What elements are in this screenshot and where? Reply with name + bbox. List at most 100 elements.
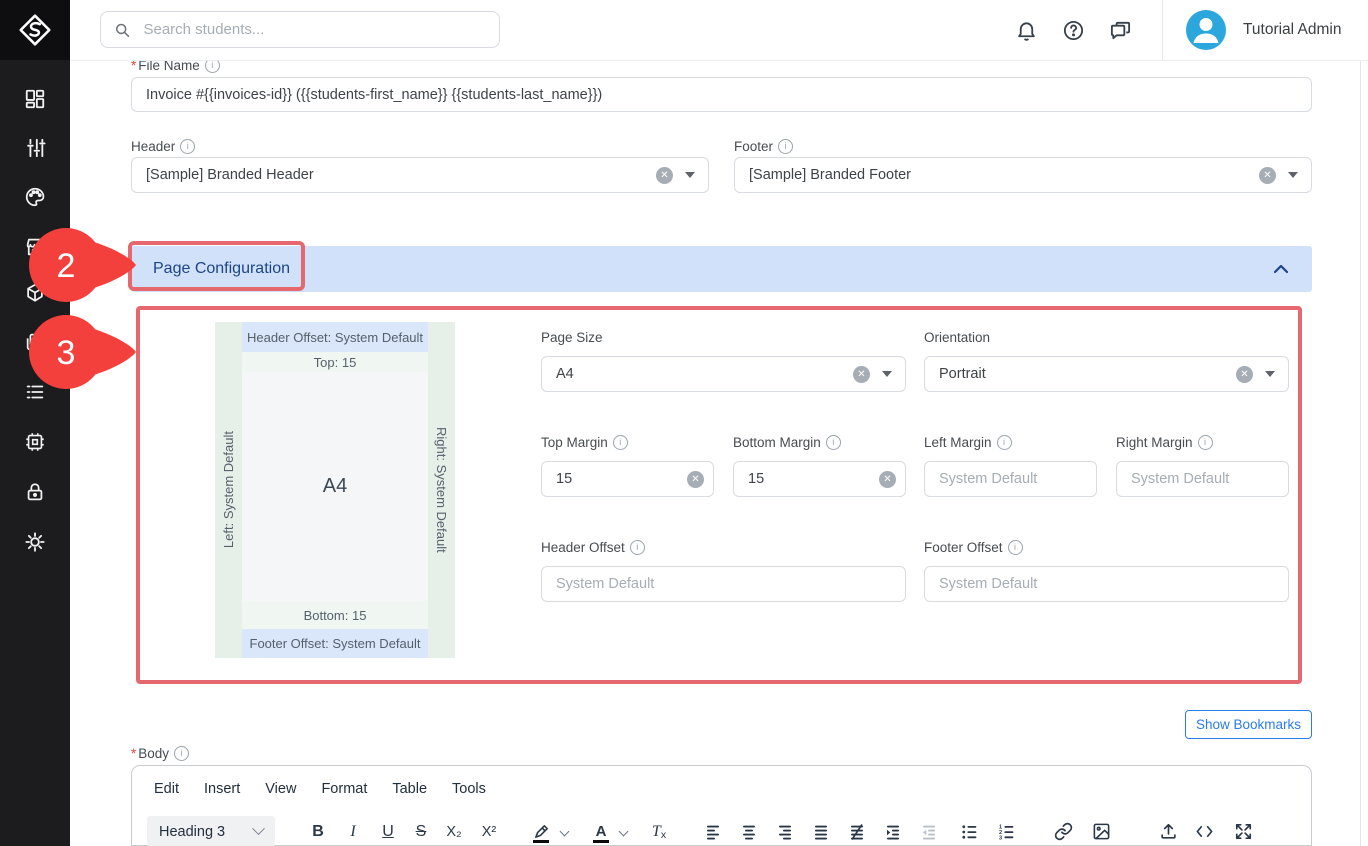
help-icon [1062, 19, 1085, 42]
preview-right-margin: Right: System Default [428, 322, 455, 658]
page-size-value[interactable] [542, 366, 853, 382]
app-logo-icon[interactable] [0, 0, 70, 60]
info-icon[interactable] [778, 139, 793, 154]
text-color-caret[interactable] [617, 816, 631, 846]
sidebar-item-lists[interactable] [0, 370, 70, 414]
outdent-button[interactable] [915, 816, 943, 846]
header-select-value[interactable] [132, 167, 656, 183]
messages-button[interactable] [1105, 15, 1135, 45]
strikethrough-button[interactable]: S [407, 816, 435, 846]
chevron-up-icon[interactable] [1272, 261, 1290, 277]
avatar[interactable] [1186, 10, 1226, 50]
underline-button[interactable]: U [374, 816, 402, 846]
menu-view[interactable]: View [265, 781, 296, 797]
sidebar-item-store[interactable] [0, 225, 70, 269]
sidebar-item-security[interactable] [0, 470, 70, 514]
menu-table[interactable]: Table [392, 781, 427, 797]
info-icon[interactable] [826, 435, 841, 450]
user-name: Tutorial Admin [1243, 21, 1342, 39]
footer-select-value[interactable] [735, 167, 1259, 183]
right-margin-input[interactable] [1116, 461, 1289, 497]
footer-select[interactable] [734, 157, 1312, 193]
header-offset-input[interactable] [541, 566, 906, 602]
clear-icon[interactable] [1259, 167, 1276, 184]
info-icon[interactable] [1008, 540, 1023, 555]
person-icon [1186, 10, 1226, 50]
help-button[interactable] [1058, 15, 1088, 45]
source-code-button[interactable] [1190, 816, 1218, 846]
align-justify-button[interactable] [807, 816, 835, 846]
subscript-button[interactable]: X₂ [440, 816, 468, 846]
scrollbar-track[interactable] [1360, 60, 1361, 846]
info-icon[interactable] [174, 746, 189, 761]
header-select[interactable] [131, 157, 709, 193]
align-left-button[interactable] [699, 816, 727, 846]
upload-button[interactable] [1154, 816, 1182, 846]
fullscreen-button[interactable] [1229, 816, 1257, 846]
preview-left-margin: Left: System Default [215, 322, 242, 658]
info-icon[interactable] [630, 540, 645, 555]
bottom-margin-input[interactable] [734, 471, 879, 487]
info-icon[interactable] [180, 139, 195, 154]
lock-icon [24, 481, 46, 503]
sidebar-item-dashboard[interactable] [0, 77, 70, 121]
notifications-button[interactable] [1011, 15, 1041, 45]
orientation-value[interactable] [925, 366, 1236, 382]
highlight-color-caret[interactable] [558, 816, 572, 846]
clear-icon[interactable] [879, 471, 896, 488]
footer-offset-input[interactable] [924, 566, 1289, 602]
palette-icon [24, 186, 46, 208]
search-box [100, 11, 500, 48]
top-margin-field[interactable] [541, 461, 714, 497]
top-margin-label: Top Margin [541, 434, 628, 450]
superscript-button[interactable]: X² [475, 816, 503, 846]
page-size-select[interactable] [541, 356, 906, 392]
page-configuration-section-header[interactable]: Page Configuration [131, 246, 1312, 292]
clear-icon[interactable] [687, 471, 704, 488]
orientation-select[interactable] [924, 356, 1289, 392]
show-bookmarks-button[interactable]: Show Bookmarks [1185, 710, 1312, 739]
preview-top-margin: Top: 15 [242, 352, 428, 372]
menu-edit[interactable]: Edit [154, 781, 179, 797]
file-name-input[interactable] [131, 77, 1312, 112]
menu-tools[interactable]: Tools [452, 781, 486, 797]
dropdown-caret-icon[interactable] [1265, 371, 1275, 377]
dropdown-caret-icon[interactable] [685, 172, 695, 178]
clear-icon[interactable] [853, 366, 870, 383]
bottom-margin-field[interactable] [733, 461, 906, 497]
align-right-button[interactable] [771, 816, 799, 846]
search-input[interactable] [141, 20, 486, 39]
top-margin-input[interactable] [542, 471, 687, 487]
clear-icon[interactable] [656, 167, 673, 184]
sidebar-item-settings[interactable] [0, 520, 70, 564]
sidebar-item-integrations[interactable] [0, 420, 70, 464]
menu-format[interactable]: Format [321, 781, 367, 797]
clear-icon[interactable] [1236, 366, 1253, 383]
dashboard-icon [24, 88, 46, 110]
image-button[interactable] [1087, 816, 1115, 846]
sidebar-item-configuration[interactable] [0, 126, 70, 170]
bold-button[interactable]: B [304, 816, 332, 846]
sidebar-item-theme[interactable] [0, 175, 70, 219]
left-margin-input[interactable] [924, 461, 1097, 497]
app-screen: Tutorial Admin * File Name Header Footer… [0, 0, 1368, 846]
sidebar-item-products[interactable] [0, 271, 70, 315]
info-icon[interactable] [1198, 435, 1213, 450]
align-center-button[interactable] [735, 816, 763, 846]
bullet-list-button[interactable] [955, 816, 983, 846]
link-button[interactable] [1049, 816, 1077, 846]
menu-insert[interactable]: Insert [204, 781, 240, 797]
clear-formatting-button[interactable]: Tx [645, 816, 673, 846]
align-none-button[interactable] [843, 816, 871, 846]
highlight-color-button[interactable] [527, 816, 555, 846]
dropdown-caret-icon[interactable] [1288, 172, 1298, 178]
format-select[interactable]: Heading 3 [147, 816, 275, 846]
info-icon[interactable] [997, 435, 1012, 450]
info-icon[interactable] [613, 435, 628, 450]
text-color-button[interactable]: A [587, 816, 615, 846]
indent-button[interactable] [879, 816, 907, 846]
italic-button[interactable]: I [339, 816, 367, 846]
dropdown-caret-icon[interactable] [882, 371, 892, 377]
sidebar-item-cards[interactable] [0, 320, 70, 364]
numbered-list-button[interactable]: 123 [992, 816, 1020, 846]
